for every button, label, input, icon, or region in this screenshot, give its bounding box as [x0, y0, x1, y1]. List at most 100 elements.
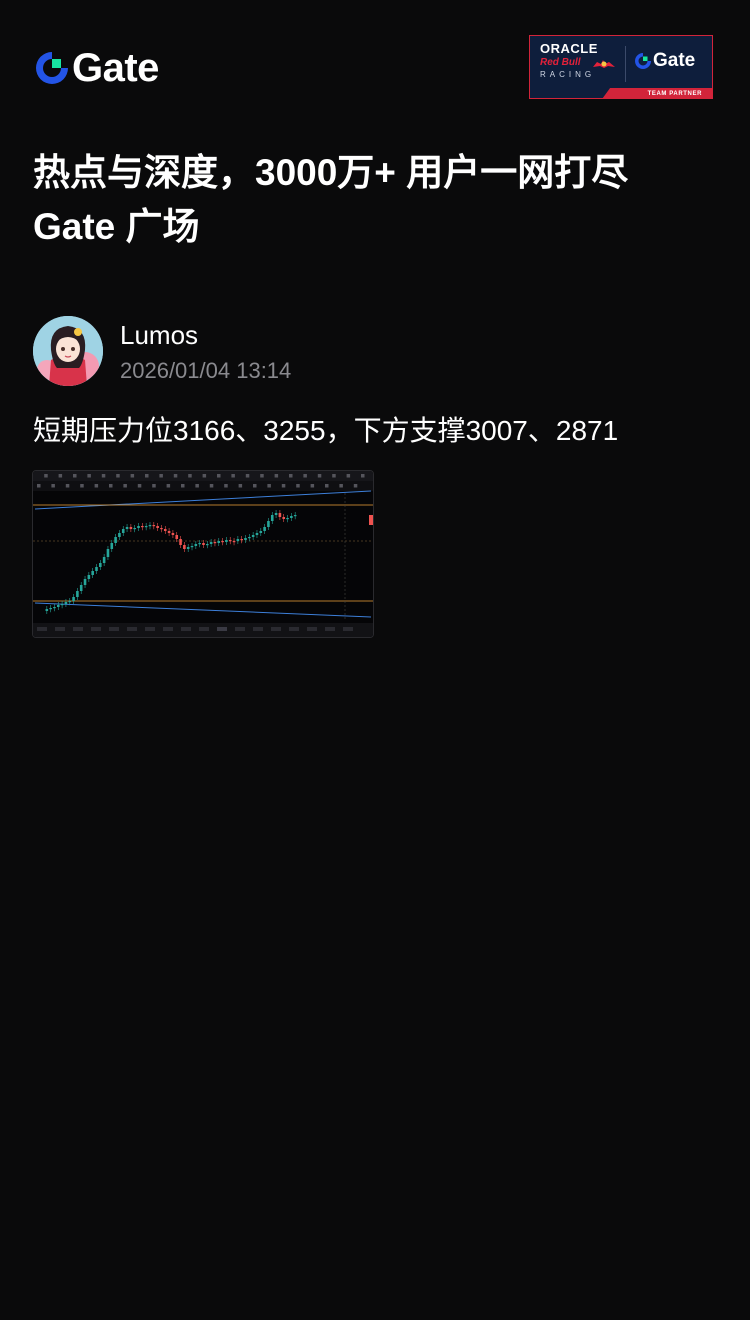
toolbar-icon: [296, 484, 300, 488]
candle-body: [198, 543, 201, 545]
candle-body: [163, 529, 167, 531]
candle-body: [106, 549, 110, 557]
toolbar-icon: [339, 484, 343, 488]
toolbar-icon: [260, 474, 264, 478]
post-image-chart[interactable]: [32, 470, 374, 638]
toolbar-icon: [87, 474, 91, 478]
bottom-tab: [55, 627, 65, 631]
toolbar-icon: [281, 484, 286, 488]
candle-body: [217, 541, 221, 543]
toolbar-icon: [325, 484, 329, 488]
candle-body: [209, 542, 213, 544]
bottom-tab: [91, 627, 101, 631]
bottom-tab: [325, 627, 335, 631]
toolbar-icon: [159, 474, 163, 478]
candle-body: [156, 526, 159, 528]
toolbar-icon: [65, 484, 70, 488]
chart-screenshot: [33, 471, 373, 637]
post-content: 短期压力位3166、3255，下方支撑3007、2871: [33, 415, 619, 446]
toolbar-icon: [152, 484, 156, 488]
candle-body: [99, 563, 102, 567]
candle-body: [68, 601, 72, 603]
banner-gate-text: Gate: [653, 50, 696, 71]
candle-body: [186, 547, 190, 549]
candle-body: [286, 518, 289, 520]
header: Gate ORACLE Red Bull RACING Gate TEAM PA…: [0, 0, 750, 120]
toolbar-icon: [173, 474, 178, 478]
avatar-image: [33, 316, 103, 386]
candle-body: [118, 533, 121, 537]
bull-icon: [593, 60, 615, 68]
racing-text: RACING: [540, 70, 596, 79]
candle-body: [95, 567, 98, 571]
candle-body: [236, 539, 240, 541]
candle-body: [225, 540, 228, 542]
candle-body: [213, 542, 217, 544]
toolbar-icon: [274, 474, 279, 478]
author-name[interactable]: Lumos: [120, 320, 198, 350]
toolbar-icon: [224, 484, 228, 488]
toolbar-icon: [80, 484, 84, 488]
bottom-tab: [145, 627, 155, 631]
toolbar-icon: [217, 474, 221, 478]
candle-body: [263, 527, 266, 531]
toolbar-icon: [130, 474, 135, 478]
headline-line-1: 热点与深度，3000万+ 用户一网打尽: [33, 152, 629, 193]
candle-body: [49, 608, 52, 610]
candle-body: [79, 585, 83, 591]
bottom-tab: [253, 627, 263, 631]
toolbar-icon: [361, 474, 365, 478]
toolbar-icon: [166, 484, 171, 488]
toolbar-icon: [37, 484, 41, 488]
toolbar-icon: [209, 484, 214, 488]
candle-body: [141, 526, 144, 528]
candle-body: [205, 544, 209, 546]
candle-body: [133, 528, 137, 530]
candle-body: [87, 575, 91, 579]
bottom-tab: [109, 627, 119, 631]
candle-body: [60, 604, 64, 606]
candle-body: [194, 544, 198, 546]
candle-body: [255, 533, 259, 535]
bottom-tab: [163, 627, 173, 631]
gate-logo-icon: [635, 53, 651, 69]
bottom-tab: [127, 627, 137, 631]
gate-logo[interactable]: Gate: [34, 48, 159, 88]
candle-body: [228, 540, 232, 542]
candle-body: [293, 515, 297, 517]
candle-body: [183, 545, 186, 549]
candle-body: [175, 535, 179, 539]
avatar[interactable]: [33, 316, 103, 386]
toolbar-icon: [145, 474, 149, 478]
candle-body: [102, 557, 106, 563]
banner-gate-logo: Gate: [634, 50, 695, 72]
toolbar-icon: [353, 484, 358, 488]
oracle-text: ORACLE: [540, 41, 598, 56]
candle-body: [160, 528, 163, 530]
author-row[interactable]: Lumos 2026/01/04 13:14: [33, 316, 723, 388]
toolbar-icon: [44, 474, 48, 478]
candle-body: [270, 515, 274, 521]
toolbar-icon: [231, 474, 235, 478]
candle-body: [129, 527, 133, 529]
toolbar-icon: [73, 474, 77, 478]
candle-body: [76, 591, 79, 597]
candle-body: [121, 529, 125, 533]
candle-body: [179, 539, 182, 545]
toolbar-icon: [303, 474, 307, 478]
candle-body: [251, 535, 255, 537]
candle-body: [232, 541, 236, 543]
chart-drawing-toolbar: [33, 481, 373, 491]
partner-banner[interactable]: ORACLE Red Bull RACING Gate TEAM PARTNER: [529, 35, 713, 99]
candle-body: [83, 579, 87, 585]
bottom-tab: [199, 627, 209, 631]
candle-body: [167, 531, 171, 533]
candle-body: [290, 516, 293, 518]
candle-body: [125, 527, 129, 529]
candle-body: [171, 533, 175, 535]
candle-body: [152, 525, 156, 527]
candle-body: [244, 538, 247, 540]
toolbar-icon: [51, 484, 55, 488]
candle-body: [190, 546, 194, 548]
toolbar-icon: [245, 474, 250, 478]
